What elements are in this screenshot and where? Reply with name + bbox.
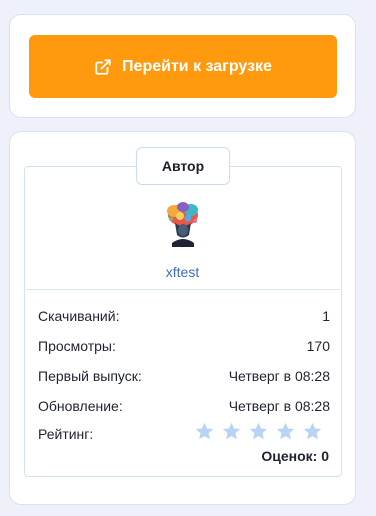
stat-views: Просмотры: 170 [38,338,330,354]
updated-value: Четверг в 08:28 [228,398,330,414]
divider [26,289,340,290]
author-section-title: Автор [136,147,230,185]
downloads-label: Скачиваний: [38,308,120,324]
rating-stars [194,421,323,442]
first-release-label: Первый выпуск: [38,368,142,384]
downloads-value: 1 [322,308,330,324]
updated-label: Обновление: [38,398,123,414]
external-link-icon [94,58,112,76]
star-icon[interactable] [275,421,296,442]
author-name-link[interactable]: xftest [10,264,355,280]
avatar[interactable] [162,199,204,247]
star-icon[interactable] [221,421,242,442]
star-icon[interactable] [302,421,323,442]
star-icon[interactable] [248,421,269,442]
rating-count: Оценок: 0 [261,448,329,464]
views-label: Просмотры: [38,338,116,354]
views-value: 170 [306,338,330,354]
download-button[interactable]: Перейти к загрузке [29,35,337,98]
stat-first-release: Первый выпуск: Четверг в 08:28 [38,368,330,384]
download-button-label: Перейти к загрузке [122,57,272,75]
star-icon[interactable] [194,421,215,442]
first-release-value: Четверг в 08:28 [228,368,330,384]
stat-downloads: Скачиваний: 1 [38,308,330,324]
author-card: Автор xftest Скачиваний: 1 Просмотры: 17… [9,131,356,505]
download-card: Перейти к загрузке [9,14,356,118]
rating-label: Рейтинг: [38,426,94,442]
stat-updated: Обновление: Четверг в 08:28 [38,398,330,414]
